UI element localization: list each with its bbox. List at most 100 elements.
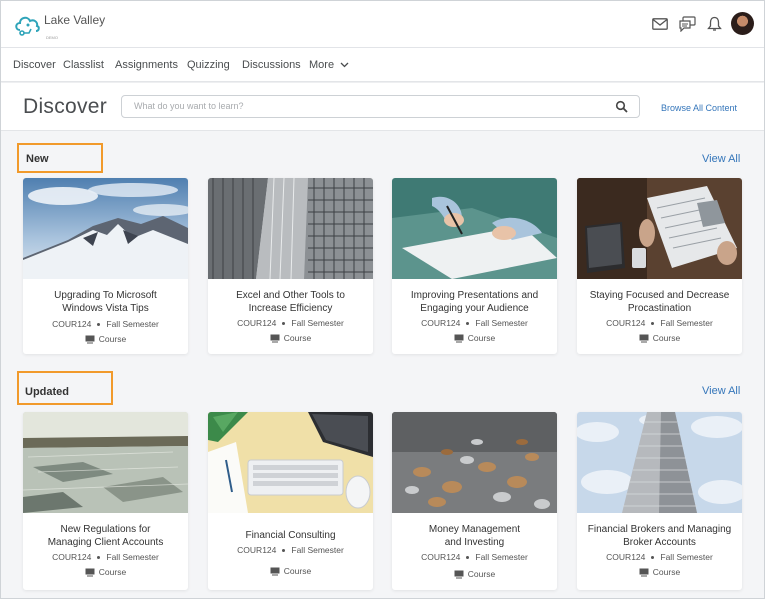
- course-semester: Fall Semester: [475, 552, 528, 562]
- monitor-icon: [270, 334, 280, 343]
- card-title-line2: Procastination: [627, 303, 692, 314]
- section-heading-updated: Updated: [25, 386, 69, 398]
- course-semester: Fall Semester: [291, 318, 344, 328]
- view-all-new-link[interactable]: View All: [702, 153, 740, 165]
- course-card[interactable]: Excel and Other Tools to Increase Effici…: [208, 178, 373, 354]
- course-semester: Fall Semester: [291, 545, 344, 555]
- card-meta: COUR124 Fall Semester: [208, 318, 373, 328]
- course-code: COUR124: [606, 552, 646, 562]
- brand-logo[interactable]: Lake Valley DEMO: [13, 10, 106, 40]
- discover-header: Discover Browse All Content: [1, 83, 764, 131]
- card-meta: COUR124 Fall Semester: [577, 318, 742, 328]
- card-title-line2: Broker Accounts: [623, 537, 696, 548]
- monitor-icon: [454, 334, 464, 343]
- office-building-image: [208, 178, 373, 279]
- card-type: Course: [208, 566, 373, 576]
- card-title-line2: Engaging your Audience: [420, 303, 529, 314]
- course-type: Course: [283, 566, 312, 576]
- writing-hands-image: [392, 178, 557, 279]
- separator-dot: [466, 322, 470, 326]
- card-type: Course: [23, 567, 188, 577]
- course-type: Course: [467, 569, 496, 579]
- monitor-icon: [270, 567, 280, 576]
- top-header: Lake Valley DEMO: [1, 1, 764, 48]
- separator-dot: [97, 323, 101, 327]
- card-type: Course: [208, 333, 373, 343]
- newspaper-laptop-image: [577, 178, 742, 279]
- view-all-updated-link[interactable]: View All: [702, 385, 740, 397]
- card-type: Course: [392, 569, 557, 579]
- course-card[interactable]: Upgrading To Microsoft Windows Vista Tip…: [23, 178, 188, 354]
- course-card[interactable]: Staying Focused and Decrease Procastinat…: [577, 178, 742, 354]
- search-icon[interactable]: [615, 100, 629, 114]
- course-type: Course: [652, 567, 681, 577]
- nav-assignments[interactable]: Assignments: [115, 59, 178, 71]
- chevron-down-icon: [340, 62, 349, 68]
- card-title: Financial Brokers and Managing: [587, 524, 732, 535]
- nav-more-label: More: [309, 59, 335, 71]
- separator-dot: [282, 549, 286, 553]
- nav-quizzing[interactable]: Quizzing: [187, 59, 230, 71]
- mail-icon[interactable]: [649, 13, 671, 35]
- brand-name: Lake Valley: [44, 13, 106, 27]
- card-type: Course: [23, 334, 188, 344]
- nav-discover[interactable]: Discover: [13, 59, 56, 71]
- card-title-line2: Windows Vista Tips: [62, 303, 149, 314]
- monitor-icon: [639, 334, 649, 343]
- card-title: Financial Consulting: [245, 530, 336, 541]
- course-card[interactable]: Improving Presentations and Engaging you…: [392, 178, 557, 354]
- card-meta: COUR124 Fall Semester: [392, 318, 557, 328]
- card-title-line2: Managing Client Accounts: [47, 537, 164, 548]
- card-meta: COUR124 Fall Semester: [392, 552, 557, 562]
- card-title-line2: Increase Efficiency: [248, 303, 333, 314]
- brand-sub: DEMO: [46, 35, 58, 40]
- course-card[interactable]: Financial Brokers and Managing Broker Ac…: [577, 412, 742, 590]
- course-code: COUR124: [421, 318, 461, 328]
- course-card[interactable]: Financial Consulting COUR124 Fall Semeste…: [208, 412, 373, 590]
- chat-icon[interactable]: [676, 13, 698, 35]
- course-code: COUR124: [606, 318, 646, 328]
- card-type: Course: [392, 333, 557, 343]
- course-type: Course: [652, 333, 681, 343]
- course-semester: Fall Semester: [475, 318, 528, 328]
- course-semester: Fall Semester: [660, 318, 713, 328]
- card-title: Improving Presentations and: [410, 290, 539, 301]
- browse-all-link[interactable]: Browse All Content: [661, 103, 737, 113]
- frozen-lake-image: [23, 412, 188, 513]
- card-type: Course: [577, 567, 742, 577]
- course-card[interactable]: New Regulations for Managing Client Acco…: [23, 412, 188, 590]
- separator-dot: [466, 556, 470, 560]
- header-icons: [644, 12, 754, 35]
- snowy-mountain-image: [23, 178, 188, 279]
- card-title: Excel and Other Tools to: [236, 290, 345, 301]
- course-nav: Discover Classlist Assignments Quizzing …: [1, 48, 764, 82]
- course-semester: Fall Semester: [106, 319, 159, 329]
- nav-classlist[interactable]: Classlist: [63, 59, 104, 71]
- course-card[interactable]: Money Management and Investing COUR124 Fa…: [392, 412, 557, 590]
- skyscraper-clouds-image: [577, 412, 742, 513]
- course-type: Course: [98, 567, 127, 577]
- card-title-line2: and Investing: [444, 537, 505, 548]
- nav-discussions[interactable]: Discussions: [242, 59, 301, 71]
- section-heading-new: New: [26, 153, 49, 165]
- user-avatar[interactable]: [731, 12, 754, 35]
- card-title: Staying Focused and Decrease: [589, 290, 730, 301]
- separator-dot: [97, 556, 101, 560]
- course-code: COUR124: [52, 319, 92, 329]
- card-meta: COUR124 Fall Semester: [208, 545, 373, 555]
- app-window: Lake Valley DEMO Discover Classlist Assi…: [0, 0, 765, 599]
- search-input[interactable]: [134, 101, 604, 111]
- card-meta: COUR124 Fall Semester: [23, 552, 188, 562]
- course-type: Course: [98, 334, 127, 344]
- bell-icon[interactable]: [703, 13, 725, 35]
- course-type: Course: [467, 333, 496, 343]
- cloud-logo-icon: [15, 16, 40, 36]
- nav-more[interactable]: More: [309, 59, 349, 71]
- desk-keyboard-image: [208, 412, 373, 513]
- card-type: Course: [577, 333, 742, 343]
- search-box: [121, 95, 640, 118]
- course-code: COUR124: [421, 552, 461, 562]
- card-meta: COUR124 Fall Semester: [577, 552, 742, 562]
- monitor-icon: [454, 570, 464, 579]
- card-title: New Regulations for: [60, 524, 151, 535]
